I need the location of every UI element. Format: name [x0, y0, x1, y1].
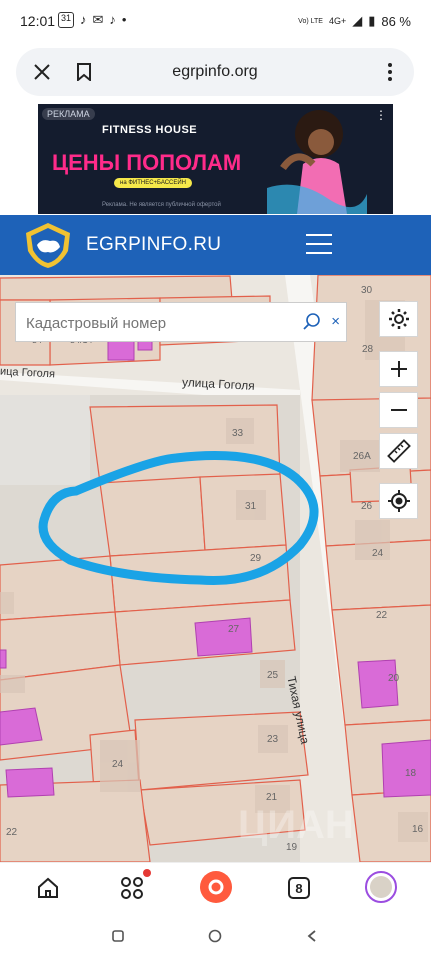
alice-icon — [208, 879, 224, 895]
calendar-icon: 31 — [58, 12, 75, 28]
plot-number: 27 — [228, 624, 240, 635]
menu-line — [306, 234, 332, 236]
cadastral-search: × — [15, 302, 347, 342]
cadastral-map[interactable]: улица Гоголя ица Гоголя Тихая улица 30 2… — [0, 275, 431, 862]
dot-icon: • — [121, 12, 127, 27]
gear-icon — [388, 309, 409, 329]
battery-label: 86 % — [381, 13, 411, 29]
ad-brand: FITNESS HOUSE — [102, 124, 198, 136]
back-chevron-icon — [307, 930, 316, 942]
site-logo-icon — [26, 223, 70, 268]
signal-icon: ◢ — [352, 13, 363, 28]
ruler-icon — [386, 439, 411, 463]
tabs-count-icon: 8 — [288, 877, 310, 899]
plot-number: 20 — [388, 673, 400, 684]
profile-button[interactable] — [365, 871, 397, 903]
cadastral-number-input[interactable] — [26, 312, 296, 334]
plot-number: 26А — [353, 451, 371, 462]
plot-number: 25 — [267, 670, 279, 681]
ad-label: РЕКЛАМА — [42, 108, 95, 120]
zoom-out-button[interactable] — [379, 392, 418, 428]
tiktok-icon: ♪ — [80, 12, 87, 27]
plot-number: 23 — [267, 734, 279, 745]
ad-headline: ЦЕНЫ ПОПОЛАМ — [52, 150, 242, 175]
menu-line — [306, 252, 332, 254]
mail-icon: ✉ — [92, 12, 104, 27]
network-label: 4G+ — [328, 16, 347, 26]
plot-number: 22 — [6, 827, 18, 838]
recents-button[interactable] — [108, 926, 128, 946]
status-time: 12:01 — [20, 13, 56, 29]
clear-search-button[interactable]: × — [331, 313, 340, 330]
plot-number: 16 — [412, 824, 424, 835]
plot-number: 24 — [372, 548, 384, 559]
circle-home-icon — [208, 929, 222, 943]
map-canvas[interactable] — [0, 275, 431, 862]
browser-menu-button[interactable] — [378, 60, 402, 84]
tiktok-icon: ♪ — [109, 12, 116, 27]
site-header: EGRPINFO.RU — [0, 215, 431, 275]
plus-icon — [390, 361, 407, 377]
hamburger-menu-button[interactable] — [306, 234, 332, 256]
plot-number: 30 — [361, 285, 373, 296]
recents-icon — [112, 930, 124, 942]
back-button[interactable] — [302, 926, 322, 946]
site-name[interactable]: EGRPINFO.RU — [86, 234, 221, 256]
map-settings-button[interactable] — [379, 301, 418, 337]
plot-number: 31 — [245, 501, 257, 512]
tabs-button[interactable]: 8 — [284, 873, 314, 903]
alice-assistant-button[interactable] — [200, 871, 232, 903]
system-home-button[interactable] — [205, 926, 225, 946]
notification-icons: 31 ♪ ✉ ♪ • — [58, 12, 126, 28]
search-icon[interactable] — [302, 312, 322, 332]
plot-number: 21 — [266, 792, 278, 803]
plot-number: 24 — [112, 759, 124, 770]
plot-number: 33 — [232, 428, 244, 439]
status-bar: 12:01 31 ♪ ✉ ♪ • Vo) LTE 4G+ ◢ ▮ 86 % — [0, 0, 431, 44]
locate-icon — [387, 490, 410, 512]
plot-number: 29 — [250, 553, 262, 564]
browser-bottom-nav: 8 — [0, 862, 431, 914]
ad-fine-print: Реклама. Не является публичной офертой — [102, 202, 221, 208]
home-button[interactable] — [33, 873, 63, 903]
minus-icon — [390, 409, 407, 411]
measure-button[interactable] — [379, 433, 418, 469]
notification-dot — [143, 869, 151, 877]
locate-me-button[interactable] — [379, 483, 418, 519]
plot-number: 26 — [361, 501, 373, 512]
services-button[interactable] — [117, 869, 151, 903]
ad-banner[interactable]: РЕКЛАМА FITNESS HOUSE ЦЕНЫ ПОПОЛАМ на ФИ… — [38, 104, 393, 214]
watermark-label: ЦИАН — [238, 803, 354, 847]
avatar — [370, 876, 392, 898]
status-right: Vo) LTE 4G+ ◢ ▮ 86 % — [298, 13, 411, 29]
url-bar[interactable]: egrpinfo.org — [16, 63, 414, 81]
battery-icon: ▮ — [368, 13, 376, 28]
ad-menu-icon[interactable]: ⋮ — [375, 108, 387, 122]
ad-person-image — [267, 110, 367, 214]
ad-pill: на ФИТНЕС+БАССЕЙН — [114, 178, 193, 188]
plot-number: 28 — [362, 344, 374, 355]
grid-icon — [121, 877, 143, 899]
system-nav-bar — [0, 914, 431, 960]
more-vertical-icon — [388, 63, 392, 81]
browser-toolbar: egrpinfo.org — [16, 48, 414, 96]
menu-line — [306, 243, 332, 245]
plot-number: 18 — [405, 768, 417, 779]
zoom-in-button[interactable] — [379, 351, 418, 387]
volte-label: Vo) LTE — [298, 17, 323, 25]
plot-number: 22 — [376, 610, 388, 621]
home-icon — [38, 877, 58, 898]
